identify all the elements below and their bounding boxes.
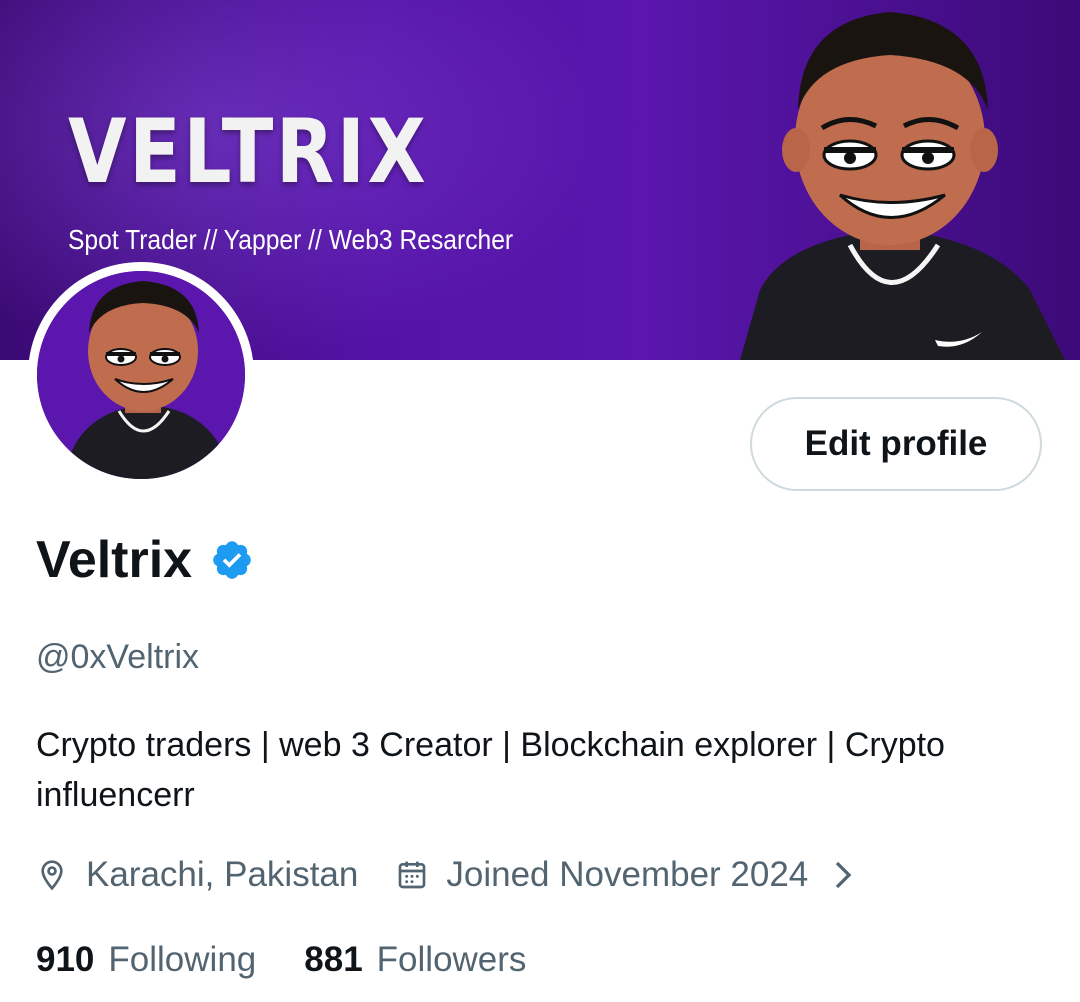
- edit-profile-button[interactable]: Edit profile: [750, 397, 1042, 491]
- follow-stats: 910 Following 881 Followers: [36, 940, 526, 980]
- profile-bio: Crypto traders | web 3 Creator | Blockch…: [36, 726, 945, 814]
- location-pin-icon: [41, 860, 63, 891]
- user-handle: @0xVeltrix: [36, 638, 200, 676]
- joined-date: Joined November 2024: [446, 855, 809, 894]
- followers-label: Followers: [376, 940, 527, 979]
- profile-avatar[interactable]: [28, 262, 254, 488]
- verified-badge-icon[interactable]: [210, 538, 254, 582]
- following-link[interactable]: 910 Following: [36, 940, 256, 980]
- banner-character-illustration: [740, 12, 1065, 360]
- name-row: Veltrix: [36, 530, 254, 590]
- followers-link[interactable]: 881 Followers: [304, 940, 526, 980]
- following-label: Following: [108, 940, 257, 979]
- banner-title: VELTRIX: [68, 100, 429, 203]
- profile-meta-row: Karachi, Pakistan Joined November 2024: [36, 855, 854, 895]
- avatar-image: [37, 271, 245, 479]
- banner-subtitle: Spot Trader // Yapper // Web3 Resarcher: [68, 224, 514, 255]
- location-text: Karachi, Pakistan: [86, 855, 359, 894]
- followers-count: 881: [304, 940, 363, 979]
- calendar-icon: [399, 861, 426, 889]
- display-name: Veltrix: [36, 531, 193, 589]
- avatar-character-illustration: [37, 271, 245, 479]
- following-count: 910: [36, 940, 95, 979]
- chevron-right-icon[interactable]: [832, 860, 854, 890]
